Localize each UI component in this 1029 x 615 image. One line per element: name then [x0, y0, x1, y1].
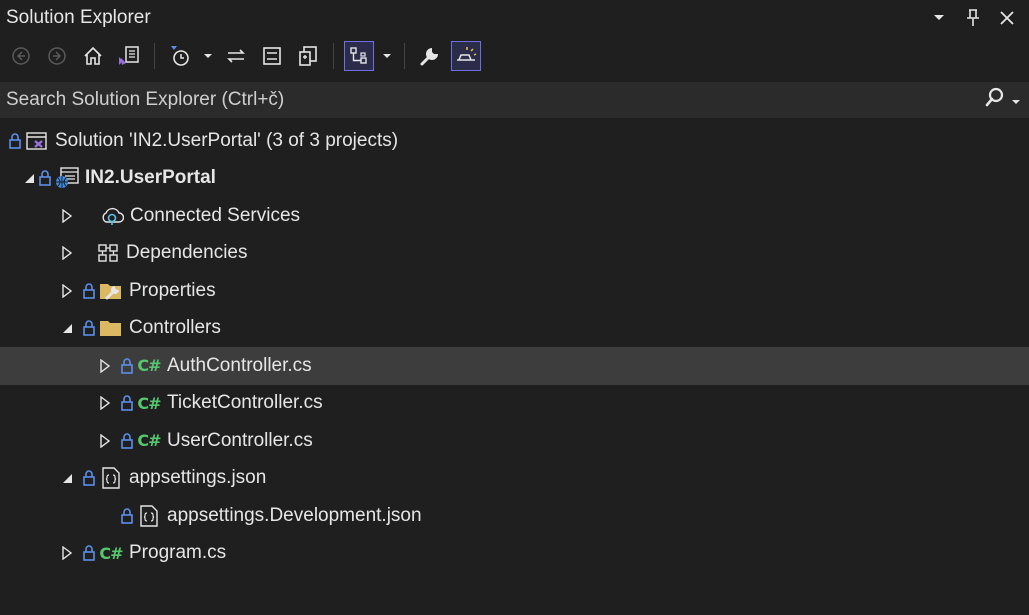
- tree-item-dependencies[interactable]: Dependencies: [0, 235, 1029, 273]
- tree-item-label: Properties: [129, 279, 216, 301]
- collapsed-arrow-icon[interactable]: [96, 432, 114, 450]
- tree-item-label: appsettings.Development.json: [167, 504, 422, 526]
- chevron-down-icon[interactable]: [380, 41, 394, 71]
- csharp-file-icon: C#: [137, 431, 161, 451]
- collapsed-arrow-icon[interactable]: [58, 207, 76, 225]
- folder-icon: [99, 317, 123, 339]
- tree-item-label: IN2.UserPortal: [85, 167, 216, 189]
- sync-view-icon[interactable]: [344, 41, 374, 71]
- csharp-file-icon: C#: [137, 356, 161, 376]
- chevron-down-icon[interactable]: [201, 41, 215, 71]
- lock-icon: [38, 169, 52, 187]
- lock-icon: [82, 319, 96, 337]
- back-icon[interactable]: [6, 41, 36, 71]
- pending-changes-filter-icon[interactable]: [165, 41, 195, 71]
- search-bar: [0, 82, 1029, 118]
- collapsed-arrow-icon[interactable]: [96, 357, 114, 375]
- tree-item-user-controller[interactable]: C# UserController.cs: [0, 422, 1029, 460]
- preview-selected-items-icon[interactable]: [451, 41, 481, 71]
- tree-item-label: Controllers: [129, 317, 221, 339]
- show-all-files-icon[interactable]: [293, 41, 323, 71]
- tree-item-label: Connected Services: [130, 204, 301, 226]
- toolbar-separator: [404, 43, 405, 69]
- tree-item-auth-controller[interactable]: C# AuthController.cs: [0, 347, 1029, 385]
- switch-views-icon[interactable]: [114, 41, 144, 71]
- home-icon[interactable]: [78, 41, 108, 71]
- expanded-arrow-icon[interactable]: [58, 469, 76, 487]
- csharp-file-icon: C#: [137, 393, 161, 413]
- tree-item-appsettings-development[interactable]: appsettings.Development.json: [0, 497, 1029, 535]
- tree-item-program[interactable]: C# Program.cs: [0, 535, 1029, 573]
- title-controls: [929, 8, 1017, 28]
- title-bar: Solution Explorer: [0, 0, 1029, 36]
- lock-icon: [120, 432, 134, 450]
- lock-icon: [8, 132, 22, 150]
- lock-icon: [82, 282, 96, 300]
- toolbar-separator: [154, 43, 155, 69]
- solution-explorer-panel: Solution Explorer Search Solution Explor…: [0, 0, 1029, 615]
- pin-icon[interactable]: [963, 8, 983, 28]
- expanded-arrow-icon[interactable]: [20, 169, 38, 187]
- dropdown-icon[interactable]: [929, 8, 949, 28]
- web-project-icon: [55, 167, 79, 189]
- lock-icon: [82, 544, 96, 562]
- properties-folder-icon: [99, 280, 123, 302]
- tree-item-connected-services[interactable]: Connected Services: [0, 197, 1029, 235]
- lock-icon: [120, 357, 134, 375]
- tree-item-label: Solution 'IN2.UserPortal' (3 of 3 projec…: [55, 129, 399, 151]
- panel-title: Solution Explorer: [6, 7, 151, 28]
- tree-item-label: appsettings.json: [129, 467, 267, 489]
- json-file-icon: [137, 505, 161, 527]
- tree-item-solution[interactable]: Solution 'IN2.UserPortal' (3 of 3 projec…: [0, 122, 1029, 160]
- solution-tree: Solution 'IN2.UserPortal' (3 of 3 projec…: [0, 118, 1029, 572]
- tree-item-label: Program.cs: [129, 542, 227, 564]
- expanded-arrow-icon[interactable]: [58, 319, 76, 337]
- sync-with-active-document-icon[interactable]: [221, 41, 251, 71]
- tree-item-label: UserController.cs: [167, 429, 313, 451]
- properties-icon[interactable]: [415, 41, 445, 71]
- lock-icon: [82, 469, 96, 487]
- csharp-file-icon: C#: [99, 543, 123, 563]
- tree-item-properties[interactable]: Properties: [0, 272, 1029, 310]
- toolbar: [0, 36, 1029, 76]
- solution-icon: [25, 130, 49, 152]
- tree-item-label: TicketController.cs: [167, 392, 323, 414]
- tree-item-controllers[interactable]: Controllers: [0, 310, 1029, 348]
- search-controls: [985, 87, 1021, 113]
- collapsed-arrow-icon[interactable]: [58, 544, 76, 562]
- toolbar-separator: [333, 43, 334, 69]
- lock-icon: [120, 394, 134, 412]
- lock-icon: [120, 507, 134, 525]
- search-icon[interactable]: [985, 87, 1005, 113]
- tree-item-label: Dependencies: [126, 242, 248, 264]
- forward-icon[interactable]: [42, 41, 72, 71]
- json-file-icon: [99, 467, 123, 489]
- tree-item-appsettings[interactable]: appsettings.json: [0, 460, 1029, 498]
- cloud-service-icon: [100, 205, 124, 227]
- collapsed-arrow-icon[interactable]: [58, 244, 76, 262]
- collapsed-arrow-icon[interactable]: [96, 394, 114, 412]
- close-icon[interactable]: [997, 8, 1017, 28]
- search-options-chevron-icon[interactable]: [1011, 89, 1021, 111]
- collapsed-arrow-icon[interactable]: [58, 282, 76, 300]
- dependencies-icon: [96, 242, 120, 264]
- collapse-all-icon[interactable]: [257, 41, 287, 71]
- tree-item-label: AuthController.cs: [167, 354, 312, 376]
- search-input[interactable]: [6, 89, 985, 111]
- tree-item-ticket-controller[interactable]: C# TicketController.cs: [0, 385, 1029, 423]
- tree-item-project[interactable]: IN2.UserPortal: [0, 160, 1029, 198]
